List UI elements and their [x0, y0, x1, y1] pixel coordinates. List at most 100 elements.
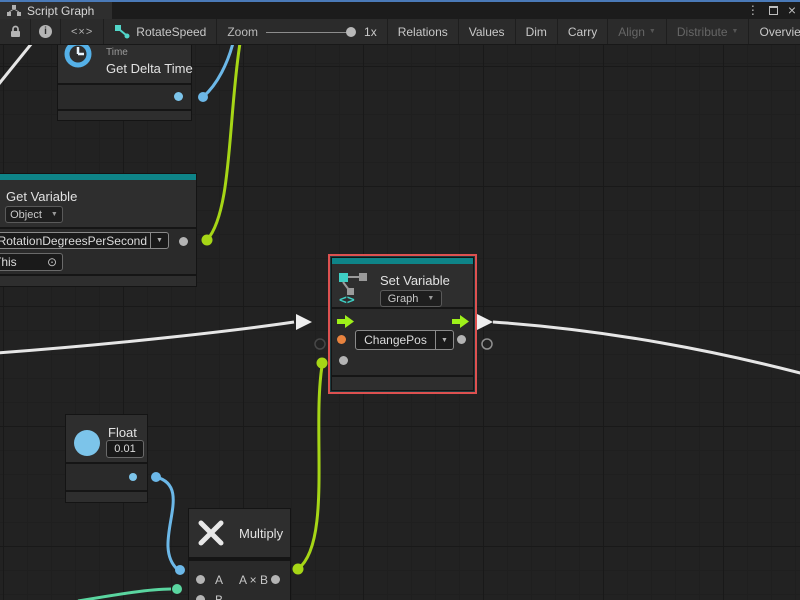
zoom-slider-handle[interactable] [346, 27, 356, 37]
target-object-value: This [0, 254, 42, 270]
node-set-variable[interactable]: <> Set Variable Graph ▼ ChangePos ▼ [331, 257, 474, 391]
float-icon [74, 430, 100, 456]
node-float[interactable]: Float 0.01 [65, 414, 148, 503]
wire-get-variable[interactable] [207, 45, 240, 240]
wire-exec-topleft[interactable] [0, 45, 36, 90]
variable-name-value: ChangePos [356, 331, 435, 349]
variable-kind-label: Graph [388, 293, 419, 305]
info-button[interactable]: i [31, 19, 61, 44]
node-multiply[interactable]: Multiply A A × B B [188, 508, 291, 600]
node-title: Float [108, 425, 137, 440]
wire-exec-out[interactable] [493, 322, 800, 374]
node-footer [66, 492, 147, 502]
variable-kind-label: Object [10, 209, 42, 221]
variable-name-value: RotationDegreesPerSecond [0, 233, 150, 248]
align-button[interactable]: Align ▼ [608, 19, 667, 44]
arrowhead-in [296, 314, 312, 330]
port-variable-name[interactable] [337, 335, 346, 344]
code-icon: <×> [71, 26, 93, 38]
node-get-delta-time[interactable]: Time Get Delta Time [57, 45, 192, 121]
object-picker-icon[interactable]: ⊙ [42, 254, 62, 270]
port-input-b[interactable] [196, 595, 205, 600]
maximize-icon[interactable] [769, 6, 778, 15]
output-label: A × B [239, 573, 268, 587]
port-delta-time-output[interactable] [174, 92, 183, 101]
graph-breadcrumb[interactable]: RotateSpeed [104, 19, 217, 44]
input-a-label: A [215, 573, 223, 587]
wire-cap [151, 472, 161, 482]
wire-exec-in[interactable] [0, 322, 294, 353]
wire-cap [172, 584, 182, 594]
variable-kind-dropdown[interactable]: Object ▼ [5, 206, 63, 223]
graph-canvas[interactable]: Time Get Delta Time Get Variable Object … [0, 45, 800, 600]
wire-cap [293, 564, 304, 575]
dim-label: Dim [526, 25, 547, 39]
carry-button[interactable]: Carry [558, 19, 608, 44]
port-float-output[interactable] [129, 473, 137, 481]
overview-button[interactable]: Overview [749, 19, 800, 44]
port-output-value[interactable] [457, 335, 466, 344]
variable-name-dropdown[interactable]: ChangePos ▼ [355, 330, 454, 350]
chevron-down-icon: ▼ [51, 211, 58, 218]
variable-name-dropdown[interactable]: RotationDegreesPerSecond ▼ [0, 232, 169, 249]
align-label: Align [618, 25, 645, 39]
arrowhead-out [477, 314, 493, 330]
node-subtitle: Time [106, 47, 128, 58]
node-title: Get Delta Time [106, 61, 193, 76]
graph-asset-icon [114, 24, 130, 39]
wire-to-multiply-b[interactable] [78, 589, 171, 600]
node-get-variable[interactable]: Get Variable Object ▼ RotationDegreesPer… [0, 173, 197, 287]
breadcrumb-graph-name: RotateSpeed [136, 25, 206, 39]
zoom-label: Zoom [227, 25, 258, 39]
inspect-code-button[interactable]: <×> [61, 19, 104, 44]
unconnected-port-ring-left [315, 339, 325, 349]
relations-button[interactable]: Relations [387, 19, 459, 44]
port-variable-output[interactable] [179, 237, 188, 246]
close-icon[interactable]: × [788, 2, 796, 18]
port-exec-input[interactable] [337, 315, 355, 329]
wire-float-to-multiply[interactable] [156, 477, 177, 569]
graph-icon [7, 4, 21, 17]
zoom-control: Zoom 1x [217, 19, 386, 44]
node-title: Multiply [239, 526, 283, 541]
wire-cap [198, 92, 208, 102]
dim-button[interactable]: Dim [516, 19, 558, 44]
wire-delta-time[interactable] [203, 45, 233, 97]
zoom-value: 1x [364, 25, 377, 39]
port-input-a[interactable] [196, 575, 205, 584]
lock-icon [8, 25, 22, 38]
info-icon: i [39, 25, 52, 38]
overview-label: Overview [759, 25, 800, 39]
values-label: Values [469, 25, 505, 39]
port-output[interactable] [271, 575, 280, 584]
node-footer [0, 276, 196, 286]
distribute-button[interactable]: Distribute ▼ [667, 19, 750, 44]
tab-script-graph[interactable]: Script Graph [0, 2, 112, 19]
node-footer [58, 111, 191, 120]
zoom-slider[interactable] [266, 26, 356, 38]
menu-icon[interactable]: ⋮ [747, 2, 759, 18]
lock-button[interactable] [0, 19, 31, 44]
carry-label: Carry [568, 25, 597, 39]
float-value-input[interactable]: 0.01 [106, 440, 144, 458]
variable-kind-dropdown[interactable]: Graph ▼ [380, 290, 442, 307]
wire-cap [202, 235, 213, 246]
chevron-down-icon: ▼ [427, 295, 434, 302]
node-title: Set Variable [380, 273, 450, 288]
svg-text:<>: <> [339, 293, 355, 305]
input-b-label: B [215, 593, 223, 600]
port-input-value[interactable] [339, 356, 348, 365]
wire-cap [175, 565, 185, 575]
unconnected-port-ring-right [482, 339, 492, 349]
values-button[interactable]: Values [459, 19, 516, 44]
wire-cap [317, 358, 328, 369]
target-object-field[interactable]: This ⊙ [0, 253, 63, 271]
chevron-down-icon: ▼ [732, 28, 739, 35]
chevron-down-icon: ▼ [649, 28, 656, 35]
tab-title: Script Graph [27, 4, 94, 18]
node-title: Get Variable [6, 189, 77, 204]
chevron-down-icon: ▼ [150, 233, 168, 248]
port-exec-output[interactable] [452, 315, 470, 329]
node-footer [332, 377, 473, 390]
wire-multiply-to-setvar[interactable] [298, 366, 322, 569]
